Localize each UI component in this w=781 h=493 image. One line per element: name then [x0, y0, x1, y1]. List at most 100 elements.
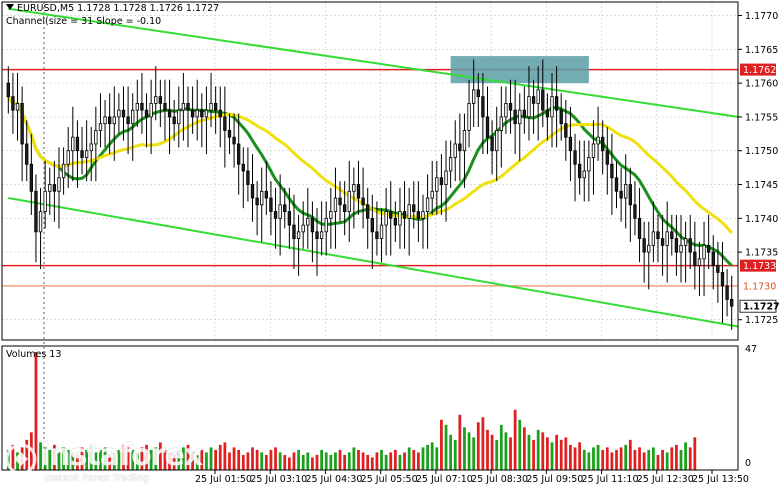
candle-body — [154, 96, 158, 104]
candle-body — [48, 184, 52, 192]
candle-body — [679, 244, 683, 253]
volume-bar — [223, 442, 227, 470]
candle-body — [370, 217, 374, 233]
volume-bar — [582, 449, 586, 470]
candle-body — [361, 197, 365, 206]
volume-bar — [550, 442, 554, 470]
candle-body — [112, 116, 116, 125]
price-label: 1.1727 — [743, 302, 780, 313]
candle-body — [573, 150, 577, 165]
candle-body — [490, 136, 494, 152]
candle-body — [306, 217, 310, 226]
candle-body — [587, 157, 591, 172]
y-tick-label: 1.1745 — [745, 180, 778, 191]
candle-body — [38, 211, 43, 233]
volume-bar — [467, 432, 471, 470]
candle-body — [121, 109, 126, 118]
volume-bar — [463, 427, 466, 470]
volume-bar — [435, 447, 439, 470]
volume-bar — [541, 432, 545, 470]
volume-bar — [334, 452, 337, 470]
candle-body — [702, 244, 706, 260]
candle-body — [421, 211, 425, 219]
candle-body — [614, 177, 619, 192]
volume-bar — [237, 449, 241, 470]
volume-bar — [633, 449, 637, 470]
candle-body — [674, 238, 679, 253]
candle-body — [384, 211, 388, 226]
y-tick-label: 1.1740 — [745, 214, 778, 225]
watermark-tagline: Instant Forex Trading — [44, 473, 150, 484]
volume-bar — [246, 452, 250, 470]
candle-body — [223, 116, 227, 131]
candle-body — [89, 143, 93, 152]
volume-bar — [389, 452, 393, 470]
volume-bar — [532, 439, 535, 470]
candle-body — [310, 217, 315, 233]
candle-body — [52, 184, 57, 192]
x-tick-label: 25 Jul 04:30 — [305, 474, 362, 485]
symbol-header: EURUSD,M5 1.1728 1.1728 1.1726 1.1727 — [6, 3, 219, 14]
y-tick-label: 1.1750 — [745, 146, 778, 157]
candle-body — [435, 177, 439, 192]
volume-bar — [675, 444, 678, 470]
candle-body — [725, 285, 729, 300]
candle-body — [527, 96, 531, 118]
candle-body — [186, 103, 190, 111]
volume-bar — [255, 449, 259, 470]
volume-bar — [665, 452, 669, 470]
candle-body — [665, 231, 669, 246]
volume-bar — [490, 434, 494, 470]
dropdown-triangle-icon[interactable] — [6, 4, 14, 10]
candle-body — [25, 143, 29, 165]
candle-body — [472, 89, 476, 104]
candle-body — [656, 231, 660, 239]
volume-bar — [292, 452, 296, 470]
volume-bar — [311, 457, 314, 470]
candle-body — [366, 204, 370, 219]
x-tick-label: 25 Jul 09:50 — [526, 474, 583, 485]
volume-bar — [430, 442, 434, 470]
volume-bar — [241, 454, 245, 470]
volume-bar — [513, 409, 517, 470]
volume-bar — [426, 444, 429, 470]
volume-bar — [573, 447, 577, 470]
price-chart[interactable]: 1.1770 1.1765 1.1760 1.1755 1.1750 1.1745 1.17… — [0, 0, 781, 489]
volume-zero-label: 0 — [745, 458, 751, 469]
candle-body — [453, 143, 457, 158]
candle-body — [177, 109, 181, 125]
candle-body — [522, 109, 527, 118]
candle-body — [619, 190, 623, 199]
candle-body — [98, 123, 103, 131]
volume-bar — [260, 452, 264, 470]
candle-body — [75, 136, 80, 152]
candle-body — [172, 116, 176, 125]
volume-bar — [228, 452, 231, 470]
volume-bar — [274, 447, 277, 470]
candle-body — [43, 190, 47, 212]
volume-bar — [214, 449, 218, 470]
volume-bar — [407, 447, 411, 470]
candle-body — [462, 130, 467, 152]
candle-body — [190, 109, 195, 118]
candle-body — [582, 170, 586, 179]
candle-body — [347, 190, 351, 212]
candle-body — [181, 103, 186, 111]
candle-body — [34, 190, 38, 233]
candle-body — [319, 231, 324, 239]
volume-bar — [347, 452, 351, 470]
volume-bar — [421, 447, 425, 470]
candle-body — [167, 109, 172, 118]
candle-body — [237, 143, 241, 165]
candle-body — [213, 103, 218, 111]
volume-bar — [370, 457, 374, 470]
candle-body — [375, 231, 379, 239]
candle-body — [531, 96, 536, 104]
candle-body — [149, 103, 153, 118]
volume-bar — [393, 449, 397, 470]
candle-body — [577, 163, 582, 179]
volume-bar — [670, 447, 674, 470]
x-tick-label: 25 Jul 11:10 — [582, 474, 639, 485]
candle-body — [637, 217, 642, 240]
volume-bar — [486, 429, 489, 470]
